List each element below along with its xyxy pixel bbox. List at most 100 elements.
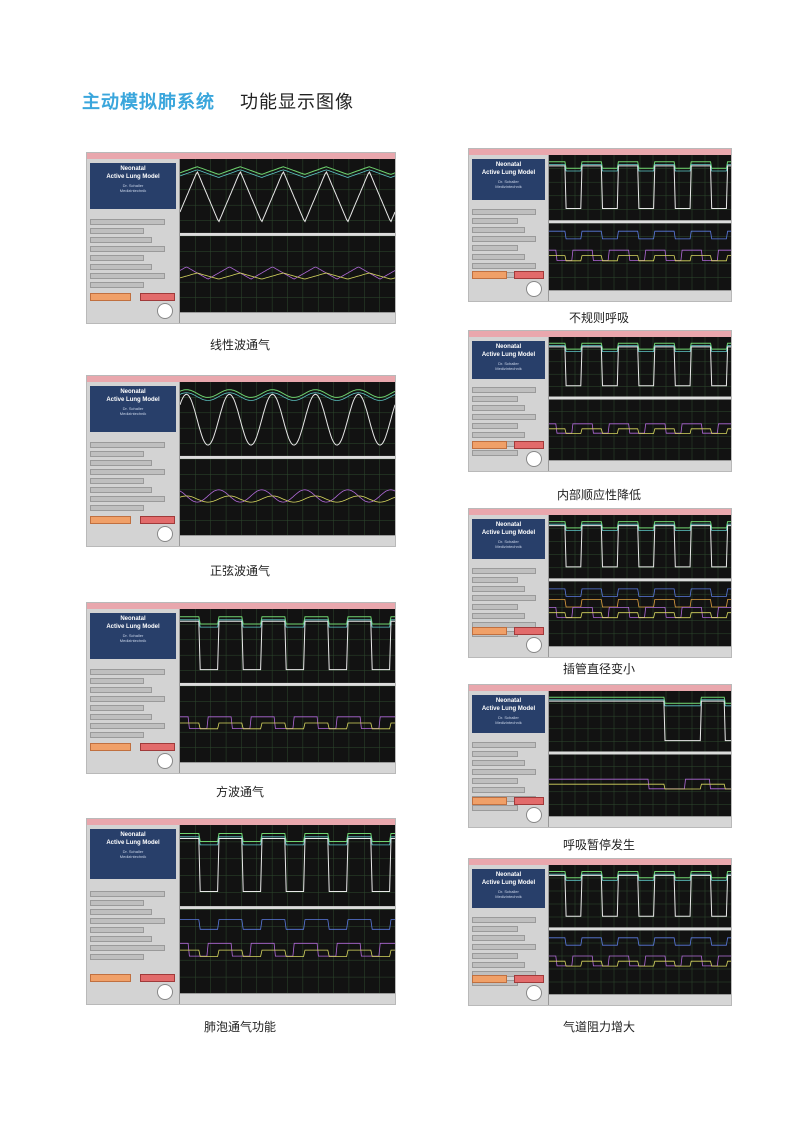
setting-control[interactable] bbox=[90, 505, 144, 512]
indicator-lamp bbox=[157, 303, 173, 319]
setting-control[interactable] bbox=[90, 451, 144, 458]
setting-control[interactable] bbox=[90, 469, 166, 476]
logo-line-4: Medizintechnik bbox=[119, 411, 147, 416]
setting-control[interactable] bbox=[472, 263, 537, 270]
page-title: 主动模拟肺系统 bbox=[82, 92, 215, 113]
start-button[interactable] bbox=[472, 441, 508, 449]
setting-control[interactable] bbox=[472, 254, 526, 261]
setting-control[interactable] bbox=[472, 953, 518, 959]
setting-control[interactable] bbox=[472, 386, 537, 393]
exit-button[interactable] bbox=[139, 974, 175, 982]
setting-control[interactable] bbox=[90, 246, 166, 253]
setting-control[interactable] bbox=[90, 264, 153, 271]
setting-control[interactable] bbox=[90, 899, 144, 906]
control-column: Neonatal Active Lung Model Dr. Schaller Med… bbox=[469, 691, 549, 827]
setting-control[interactable] bbox=[472, 917, 537, 923]
setting-control[interactable] bbox=[90, 926, 144, 933]
setting-control[interactable] bbox=[90, 944, 166, 951]
setting-control[interactable] bbox=[90, 478, 144, 485]
setting-control[interactable] bbox=[90, 237, 153, 244]
setting-control[interactable] bbox=[472, 449, 518, 456]
logo-line-2: Active Lung Model bbox=[481, 879, 536, 886]
start-button[interactable] bbox=[472, 627, 508, 635]
setting-control[interactable] bbox=[90, 460, 153, 467]
settings-list bbox=[90, 439, 176, 514]
setting-control[interactable] bbox=[90, 714, 153, 721]
setting-control[interactable] bbox=[90, 696, 166, 703]
setting-control[interactable] bbox=[472, 594, 537, 601]
setting-control[interactable] bbox=[90, 487, 153, 494]
logo-line-4: Medizintechnik bbox=[495, 894, 522, 899]
setting-control[interactable] bbox=[472, 768, 537, 775]
start-button[interactable] bbox=[90, 974, 131, 982]
setting-control[interactable] bbox=[90, 678, 144, 685]
logo-line-2: Active Lung Model bbox=[106, 396, 160, 403]
setting-control[interactable] bbox=[472, 431, 526, 438]
setting-control[interactable] bbox=[90, 496, 166, 503]
setting-control[interactable] bbox=[472, 567, 537, 574]
setting-control[interactable] bbox=[90, 282, 144, 289]
setting-control[interactable] bbox=[472, 218, 518, 225]
setting-control[interactable] bbox=[472, 759, 526, 766]
indicator-lamp bbox=[157, 526, 173, 542]
waveform-plot bbox=[549, 691, 731, 817]
setting-control[interactable] bbox=[472, 786, 526, 793]
setting-control[interactable] bbox=[472, 585, 526, 592]
setting-control[interactable] bbox=[472, 612, 526, 619]
control-column: Neonatal Active Lung Model Dr. Schaller Med… bbox=[87, 825, 180, 1004]
exit-button[interactable] bbox=[513, 441, 544, 449]
exit-button[interactable] bbox=[513, 975, 544, 983]
setting-control[interactable] bbox=[90, 732, 144, 739]
start-button[interactable] bbox=[90, 743, 131, 751]
setting-control[interactable] bbox=[90, 705, 144, 712]
exit-button[interactable] bbox=[139, 293, 175, 301]
start-button[interactable] bbox=[90, 293, 131, 301]
setting-control[interactable] bbox=[472, 944, 537, 950]
setting-control[interactable] bbox=[472, 741, 537, 748]
setting-control[interactable] bbox=[472, 935, 526, 941]
setting-control[interactable] bbox=[90, 442, 166, 449]
exit-button[interactable] bbox=[513, 797, 544, 805]
setting-control[interactable] bbox=[472, 209, 537, 216]
setting-control[interactable] bbox=[472, 926, 518, 932]
start-button[interactable] bbox=[472, 797, 508, 805]
setting-control[interactable] bbox=[472, 245, 518, 252]
setting-control[interactable] bbox=[90, 273, 166, 280]
plot-separator bbox=[549, 578, 731, 582]
setting-control[interactable] bbox=[472, 236, 537, 243]
exit-button[interactable] bbox=[513, 627, 544, 635]
setting-control[interactable] bbox=[90, 255, 144, 262]
start-button[interactable] bbox=[90, 516, 131, 524]
setting-control[interactable] bbox=[90, 935, 153, 942]
setting-control[interactable] bbox=[90, 890, 166, 897]
graph-tabs: Bar GraphXY GraphXY Zoom bbox=[549, 460, 731, 471]
setting-control[interactable] bbox=[90, 917, 166, 924]
setting-control[interactable] bbox=[472, 422, 518, 429]
exit-button[interactable] bbox=[139, 743, 175, 751]
setting-control[interactable] bbox=[472, 395, 518, 402]
setting-control[interactable] bbox=[472, 750, 518, 757]
setting-control[interactable] bbox=[472, 576, 518, 583]
exit-button[interactable] bbox=[139, 516, 175, 524]
setting-control[interactable] bbox=[472, 962, 526, 968]
graph-tabs: Bar GraphXY GraphXY Zoom bbox=[180, 762, 395, 773]
setting-control[interactable] bbox=[472, 413, 537, 420]
exit-button[interactable] bbox=[513, 271, 544, 279]
setting-control[interactable] bbox=[90, 669, 166, 676]
setting-control[interactable] bbox=[472, 404, 526, 411]
start-button[interactable] bbox=[472, 271, 508, 279]
caption-linear-wave: 线性波通气 bbox=[209, 338, 270, 352]
start-button[interactable] bbox=[472, 975, 508, 983]
setting-control[interactable] bbox=[472, 777, 518, 784]
setting-control[interactable] bbox=[90, 723, 166, 730]
setting-control[interactable] bbox=[472, 804, 518, 811]
setting-control[interactable] bbox=[90, 953, 144, 960]
setting-control[interactable] bbox=[90, 228, 144, 235]
setting-control[interactable] bbox=[90, 908, 153, 915]
control-column: Neonatal Active Lung Model Dr. Schaller Med… bbox=[469, 155, 549, 301]
graph-tabs: Bar GraphXY GraphXY Zoom bbox=[180, 535, 395, 546]
setting-control[interactable] bbox=[90, 219, 166, 226]
setting-control[interactable] bbox=[472, 227, 526, 234]
setting-control[interactable] bbox=[90, 687, 153, 694]
setting-control[interactable] bbox=[472, 603, 518, 610]
